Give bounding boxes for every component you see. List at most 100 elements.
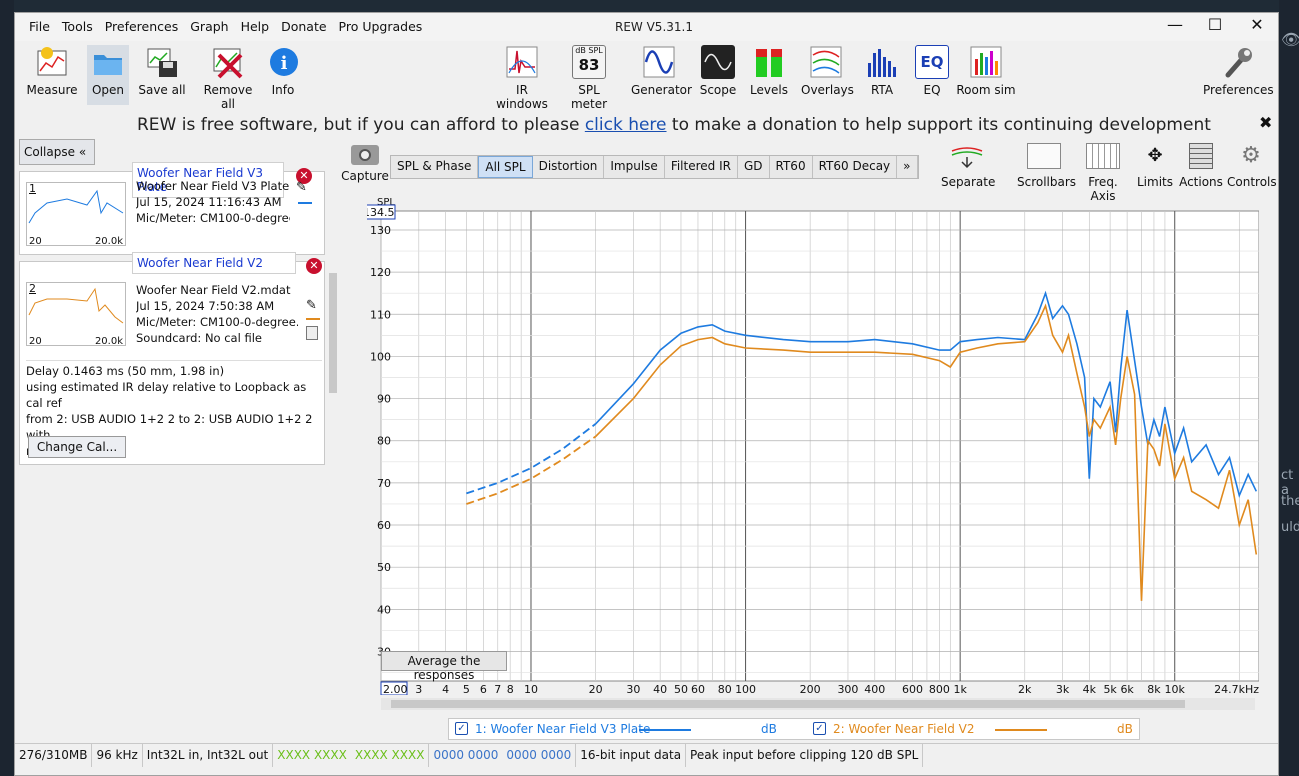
actions-button[interactable]: Actions <box>1179 143 1223 189</box>
x-tick-label: 6 <box>480 683 487 695</box>
measurement-2-name[interactable]: Woofer Near Field V2 <box>132 252 296 274</box>
freq-axis-icon <box>1086 143 1120 169</box>
overlays-button[interactable]: Overlays <box>801 45 854 97</box>
measurement-2-thumbnail[interactable]: 2 20 20.0k <box>26 282 126 347</box>
separate-button[interactable]: Separate <box>941 143 995 189</box>
series-1-unit: dB <box>761 722 777 736</box>
remove-all-button[interactable]: Remove all <box>197 45 259 111</box>
status-input-levels: XXXX XXXX <box>351 744 430 767</box>
minimize-button[interactable]: — <box>1155 15 1195 34</box>
x-tick-label: 5k <box>1103 683 1117 695</box>
panel-scrollbar-thumb[interactable] <box>329 273 337 393</box>
wrench-icon <box>1220 45 1254 79</box>
x-tick-label: 1k <box>953 683 967 695</box>
tab-rt60-decay[interactable]: RT60 Decay <box>813 156 898 178</box>
room-sim-label: Room sim <box>956 83 1016 97</box>
tab-filtered-ir[interactable]: Filtered IR <box>665 156 738 178</box>
freq-axis-button[interactable]: Freq. Axis <box>1075 143 1131 203</box>
measurement-2-soundcard: Soundcard: No cal file <box>136 331 262 345</box>
collapse-button[interactable]: Collapse « <box>19 139 95 165</box>
average-responses-button[interactable]: Average the responses <box>381 651 507 682</box>
close-button[interactable]: ✕ <box>1237 15 1277 34</box>
measurement-1-mic: Mic/Meter: CM100-0-degree <box>136 211 290 225</box>
measure-button[interactable]: Measure <box>25 45 79 97</box>
scrollbars-button[interactable]: Scrollbars <box>1017 143 1076 189</box>
capture-button[interactable]: Capture <box>341 145 389 183</box>
save-icon <box>145 45 179 79</box>
measurement-1-date: Jul 15, 2024 11:16:43 AM <box>136 195 282 209</box>
series-1-swatch <box>639 729 691 731</box>
maximize-button[interactable]: ☐ <box>1195 15 1235 34</box>
graph-scrollbar-thumb[interactable] <box>391 700 1185 708</box>
remove-icon <box>211 45 245 79</box>
scope-button[interactable]: Scope <box>699 45 737 97</box>
y-tick-label: 70 <box>377 477 391 490</box>
desktop-text-fragment: the <box>1281 494 1299 509</box>
y-tick-label: 90 <box>377 393 391 406</box>
rta-label: RTA <box>870 83 894 97</box>
tab-impulse[interactable]: Impulse <box>604 156 665 178</box>
menu-help[interactable]: Help <box>241 19 270 34</box>
limits-icon: ✥ <box>1147 145 1163 166</box>
panel-scrollbar[interactable]: ▼ <box>327 273 339 775</box>
remove-measurement-2-icon[interactable]: ✕ <box>306 258 322 274</box>
title-bar: File Tools Preferences Graph Help Donate… <box>15 13 1278 41</box>
tab-all-spl[interactable]: All SPL <box>478 156 533 178</box>
tab-gd[interactable]: GD <box>738 156 770 178</box>
donate-text-suffix: to make a donation to help support its c… <box>666 115 1211 135</box>
menu-graph[interactable]: Graph <box>190 19 228 34</box>
save-all-button[interactable]: Save all <box>137 45 187 97</box>
change-cal-button[interactable]: Change Cal... <box>28 436 126 458</box>
measurement-2-line-color[interactable] <box>306 318 320 320</box>
tab-rt60[interactable]: RT60 <box>770 156 813 178</box>
eq-button[interactable]: EQ EQ <box>915 45 949 97</box>
series-1-checkbox[interactable]: ✓ <box>455 722 468 735</box>
series-2-checkbox[interactable]: ✓ <box>813 722 826 735</box>
spl-meter-icon: dB SPL 83 <box>572 45 606 79</box>
menu-pro-upgrades[interactable]: Pro Upgrades <box>339 19 423 34</box>
info-button[interactable]: i Info <box>267 45 299 97</box>
menu-file[interactable]: File <box>29 19 50 34</box>
tab-more[interactable]: » <box>897 156 918 178</box>
limits-button[interactable]: ✥ Limits <box>1135 143 1175 189</box>
collapse-label: Collapse <box>24 145 75 159</box>
room-sim-button[interactable]: Room sim <box>955 45 1017 97</box>
donate-link[interactable]: click here <box>585 115 667 135</box>
eq-icon-text: EQ <box>920 53 944 71</box>
generator-button[interactable]: Generator <box>631 45 692 97</box>
measurement-1-thumbnail[interactable]: 1 20 20.0k <box>26 182 126 247</box>
scrollbars-icon <box>1027 143 1061 169</box>
controls-button[interactable]: ⚙ Controls <box>1227 143 1277 189</box>
menu-tools[interactable]: Tools <box>62 19 93 34</box>
tab-spl-phase[interactable]: SPL & Phase <box>391 156 479 178</box>
scope-label: Scope <box>699 83 737 97</box>
spl-graph[interactable]: 30405060708090100110120130SPL134.5345678… <box>367 195 1259 695</box>
levels-button[interactable]: Levels <box>749 45 789 97</box>
chart-edit-icon[interactable]: ✎ <box>296 180 307 195</box>
preferences-button[interactable]: Preferences <box>1203 45 1274 97</box>
info-label: Info <box>271 83 295 97</box>
graph-horizontal-scrollbar[interactable] <box>381 698 1255 710</box>
spl-meter-button[interactable]: dB SPL 83 SPL meter <box>560 45 618 111</box>
measurement-1-line-color[interactable] <box>298 202 312 204</box>
rta-icon <box>865 45 899 79</box>
menu-preferences[interactable]: Preferences <box>105 19 179 34</box>
measurement-card-1[interactable]: Woofer Near Field V3 Plate ✕ 1 20 20.0k … <box>19 162 325 255</box>
tab-distortion[interactable]: Distortion <box>533 156 605 178</box>
open-button[interactable]: Open <box>87 45 129 105</box>
measurement-2-mic: Mic/Meter: CM100-0-degree.t <box>136 315 298 329</box>
document-icon[interactable] <box>306 326 318 340</box>
measurement-card-2[interactable]: Woofer Near Field V2 ✕ 2 20 20.0k Woofer… <box>19 252 325 465</box>
ir-windows-button[interactable]: IR windows <box>490 45 554 111</box>
status-input-bits: 16-bit input data <box>576 744 687 767</box>
chart-edit-icon[interactable]: ✎ <box>306 298 317 313</box>
x-tick-label: 7 <box>494 683 501 695</box>
capture-label: Capture <box>341 169 389 183</box>
x-tick-label: 10k <box>1165 683 1186 695</box>
delay-line: Delay 0.1463 ms (50 mm, 1.98 in) <box>26 364 225 378</box>
menu-donate[interactable]: Donate <box>281 19 326 34</box>
rta-button[interactable]: RTA <box>865 45 899 97</box>
y-tick-label: 130 <box>370 224 391 237</box>
generator-icon <box>642 45 676 79</box>
close-banner-icon[interactable]: ✖ <box>1259 113 1272 132</box>
